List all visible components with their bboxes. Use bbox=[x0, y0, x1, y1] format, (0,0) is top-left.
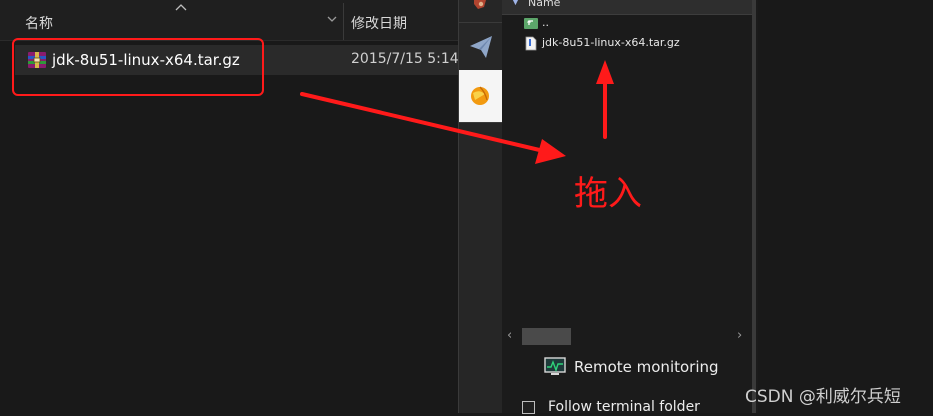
sftp-column-header[interactable]: ▼ Name bbox=[502, 0, 754, 15]
vertical-scrollbar[interactable] bbox=[752, 0, 756, 413]
terminal-area bbox=[758, 0, 933, 413]
sftp-parent-directory[interactable]: .. bbox=[522, 15, 582, 33]
scroll-right-icon[interactable]: › bbox=[737, 328, 742, 343]
follow-terminal-folder-option[interactable]: Follow terminal folder bbox=[522, 398, 752, 416]
drag-in-label: 拖入 bbox=[574, 174, 642, 214]
remote-monitoring-button[interactable]: Remote monitoring bbox=[544, 355, 744, 379]
highlight-box bbox=[12, 38, 264, 96]
sftp-column-name[interactable]: Name bbox=[528, 0, 560, 9]
paper-plane-icon bbox=[470, 36, 492, 58]
column-header-name[interactable]: 名称 bbox=[25, 13, 53, 33]
sftp-globe-icon bbox=[471, 86, 489, 105]
horizontal-scrollbar[interactable]: ‹ › bbox=[502, 325, 750, 347]
network-icon bbox=[474, 0, 486, 9]
side-toolbar bbox=[458, 0, 503, 413]
monitor-chart-icon bbox=[544, 357, 566, 375]
toolbar-button-send[interactable] bbox=[459, 22, 502, 71]
chevron-down-icon[interactable] bbox=[326, 14, 338, 24]
column-header-bar: 名称 修改日期 bbox=[0, 0, 458, 41]
sftp-item-label: .. bbox=[542, 16, 549, 29]
scroll-left-icon[interactable]: ‹ bbox=[507, 328, 512, 343]
column-divider[interactable] bbox=[343, 3, 344, 40]
toolbar-button-sftp[interactable] bbox=[459, 70, 502, 123]
file-icon bbox=[525, 36, 537, 51]
folder-up-icon bbox=[524, 18, 538, 29]
csdn-watermark: CSDN @利威尔兵短 bbox=[745, 387, 901, 407]
sort-ascending-icon[interactable] bbox=[174, 2, 188, 12]
file-modified-date: 2015/7/15 5:14 bbox=[351, 51, 459, 67]
sftp-file-item[interactable]: jdk-8u51-linux-x64.tar.gz bbox=[522, 35, 702, 53]
scrollbar-thumb[interactable] bbox=[522, 328, 571, 345]
toolbar-button-network[interactable] bbox=[459, 0, 502, 23]
sort-descending-icon[interactable]: ▼ bbox=[512, 0, 519, 7]
follow-terminal-folder-checkbox[interactable] bbox=[522, 401, 535, 414]
column-header-date-modified[interactable]: 修改日期 bbox=[351, 13, 407, 33]
sftp-item-label: jdk-8u51-linux-x64.tar.gz bbox=[542, 36, 680, 49]
remote-monitoring-label: Remote monitoring bbox=[574, 358, 719, 376]
